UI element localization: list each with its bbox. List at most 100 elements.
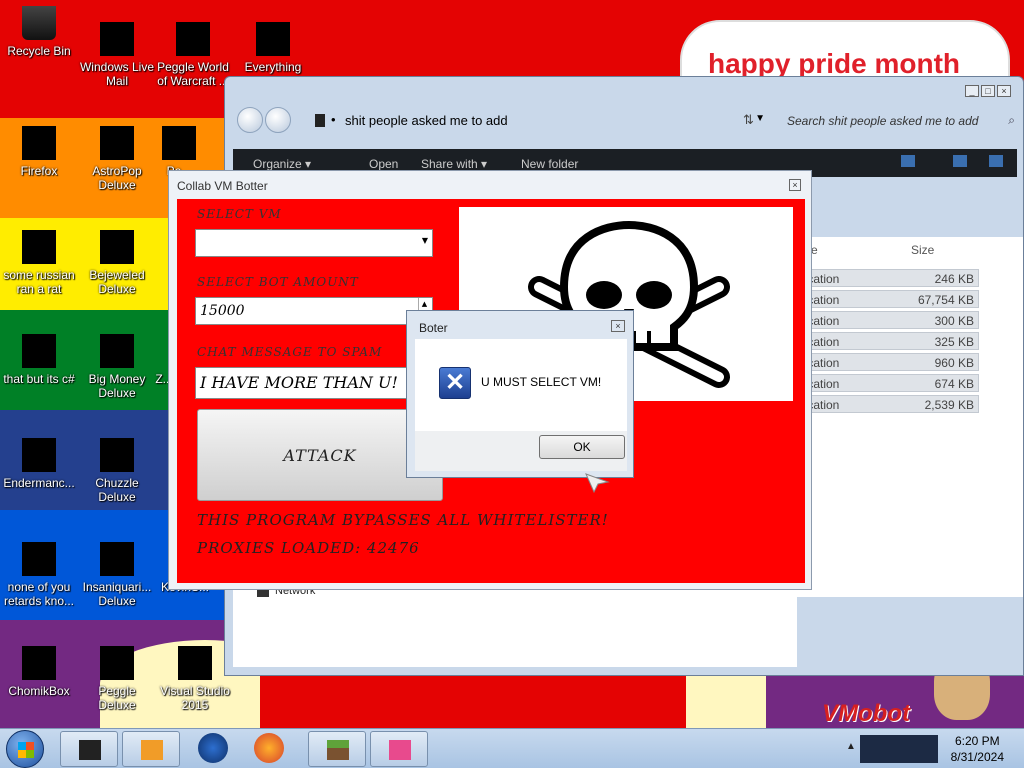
breadcrumb-separator-icon: • <box>331 112 336 127</box>
file-row[interactable]: lication 300 KB <box>799 311 979 329</box>
taskbar-ie-button[interactable] <box>198 733 228 763</box>
dialog-footer: OK <box>415 431 627 471</box>
share-with-button[interactable]: Share with ▾ <box>421 157 487 171</box>
desktop-icon-everything[interactable]: Everything <box>234 22 312 74</box>
desktop-icon-astropop[interactable]: AstroPop Deluxe <box>78 126 156 192</box>
desktop-icon-firefox[interactable]: Firefox <box>0 126 78 178</box>
endermanc-icon <box>22 438 56 472</box>
file-size: 325 KB <box>934 335 974 349</box>
taskbar-media-player-button[interactable] <box>122 731 180 767</box>
organize-button[interactable]: Organize ▾ <box>253 157 311 171</box>
address-path: shit people asked me to add <box>345 113 508 128</box>
search-placeholder: Search shit people asked me to add <box>787 114 979 128</box>
clock-date: 8/31/2024 <box>950 750 1004 764</box>
desktop-icon-peggle-wow[interactable]: Peggle World of Warcraft ... <box>154 22 232 88</box>
file-size: 674 KB <box>934 377 974 391</box>
desktop-icon-peggle-deluxe[interactable]: Peggle Deluxe <box>78 646 156 712</box>
address-dropdown-icon[interactable]: ▼ <box>755 113 765 124</box>
chevron-down-icon: ▼ <box>421 236 428 245</box>
file-row[interactable]: lication 246 KB <box>799 269 979 287</box>
drawing-red-area <box>260 676 690 728</box>
error-x-icon: ✕ <box>439 367 471 399</box>
bot-amount-stepper[interactable]: 15000 ▲▼ <box>195 297 433 325</box>
chat-message-input[interactable]: I HAVE MORE THAN U! <box>195 367 409 399</box>
desktop-icon-big-money[interactable]: Big Money Deluxe <box>78 334 156 400</box>
back-button[interactable] <box>237 107 263 133</box>
desktop-icon-bejeweled[interactable]: Bejeweled Deluxe <box>78 230 156 296</box>
desktop-icon-visual-studio[interactable]: Visual Studio 2015 <box>156 646 234 712</box>
file-row[interactable]: lication 960 KB <box>799 353 979 371</box>
drawing-hand <box>686 676 766 728</box>
taskbar-firefox-button[interactable] <box>254 733 284 763</box>
tray-expand-icon[interactable]: ▲ <box>846 741 856 752</box>
help-icon[interactable] <box>989 155 1003 167</box>
file-row[interactable]: lication 2,539 KB <box>799 395 979 413</box>
bot-amount-label: SELECT BOT AMOUNT <box>197 275 359 289</box>
system-tray[interactable] <box>860 735 938 763</box>
russian-rat-icon <box>22 230 56 264</box>
close-button[interactable]: × <box>997 85 1011 97</box>
that-but-csharp-icon <box>22 334 56 368</box>
start-button[interactable] <box>6 730 44 768</box>
desktop-icon-insaniquarium[interactable]: Insaniquari... Deluxe <box>78 542 156 608</box>
bypass-text: THIS PROGRAM BYPASSES ALL WHITELISTER! <box>197 511 609 529</box>
error-dialog[interactable]: Boter × ✕ U MUST SELECT VM! OK <box>406 310 634 478</box>
file-size: 67,754 KB <box>917 293 974 307</box>
bejeweled-icon <box>100 230 134 264</box>
file-size: 246 KB <box>934 272 974 286</box>
media-player-icon <box>141 740 163 760</box>
taskbar-explorer-button[interactable] <box>60 731 118 767</box>
everything-icon <box>256 22 290 56</box>
dialog-title: Boter <box>419 321 448 335</box>
maximize-button[interactable]: □ <box>981 85 995 97</box>
desktop-icon-russian-rat[interactable]: some russian ran a rat <box>0 230 78 296</box>
select-vm-dropdown[interactable]: ▼ <box>195 229 433 257</box>
clock-time: 6:20 PM <box>954 734 1000 748</box>
address-bar-row: • shit people asked me to add ▼ ⇅ Search… <box>233 107 1017 135</box>
file-row[interactable]: lication 67,754 KB <box>799 290 979 308</box>
pe-icon <box>162 126 196 160</box>
desktop-icon-chomikbox[interactable]: ChomikBox <box>0 646 78 698</box>
forward-button[interactable] <box>265 107 291 133</box>
select-vm-label: SELECT VM <box>197 207 282 221</box>
column-size[interactable]: Size <box>911 243 934 257</box>
chat-message-label: CHAT MESSAGE TO SPAM <box>197 345 383 359</box>
desktop-icon-recycle-bin[interactable]: Recycle Bin <box>0 6 78 58</box>
desktop-icon-chuzzle[interactable]: Chuzzle Deluxe <box>78 438 156 504</box>
address-bar[interactable]: • shit people asked me to add ▼ <box>305 109 777 133</box>
preview-pane-icon[interactable] <box>953 155 967 167</box>
search-input[interactable]: Search shit people asked me to add ⌕ <box>781 109 1019 133</box>
desktop-icon-that-but-csharp[interactable]: that but its c# <box>0 334 78 386</box>
explorer-icon <box>79 740 101 760</box>
desktop-icon-windows-live-mail[interactable]: Windows Live Mail <box>78 22 156 88</box>
file-size: 300 KB <box>934 314 974 328</box>
open-button[interactable]: Open <box>369 157 398 171</box>
system-clock[interactable]: 6:20 PM 8/31/2024 <box>951 733 1004 765</box>
column-type[interactable]: e <box>811 243 818 257</box>
view-options-icon[interactable] <box>901 155 915 167</box>
file-row[interactable]: lication 325 KB <box>799 332 979 350</box>
botter-close-button[interactable]: × <box>789 179 801 191</box>
windows-logo-icon <box>18 742 34 758</box>
minimize-button[interactable]: _ <box>965 85 979 97</box>
taskbar-minecraft-button[interactable] <box>308 731 366 767</box>
file-list: e Size lication 246 KB lication 67,754 KB … <box>797 237 1023 597</box>
desktop-icon-endermanc[interactable]: Endermanc... <box>0 438 78 490</box>
insaniquarium-icon <box>100 542 134 576</box>
new-folder-button[interactable]: New folder <box>521 157 578 171</box>
peggle-wow-icon <box>176 22 210 56</box>
bot-amount-value: 15000 <box>200 303 245 319</box>
chat-message-value: I HAVE MORE THAN U! <box>200 373 398 392</box>
taskbar-app-button[interactable] <box>370 731 428 767</box>
ok-button[interactable]: OK <box>539 435 625 459</box>
dialog-close-button[interactable]: × <box>611 320 625 332</box>
big-money-icon <box>100 334 134 368</box>
file-size: 960 KB <box>934 356 974 370</box>
refresh-icon[interactable]: ⇅ <box>743 112 754 128</box>
desktop-icon-none-of-you[interactable]: none of you retards kno... <box>0 542 78 608</box>
astropop-icon <box>100 126 134 160</box>
folder-icon <box>315 114 325 127</box>
none-of-you-icon <box>22 542 56 576</box>
file-row[interactable]: lication 674 KB <box>799 374 979 392</box>
windows-live-mail-icon <box>100 22 134 56</box>
